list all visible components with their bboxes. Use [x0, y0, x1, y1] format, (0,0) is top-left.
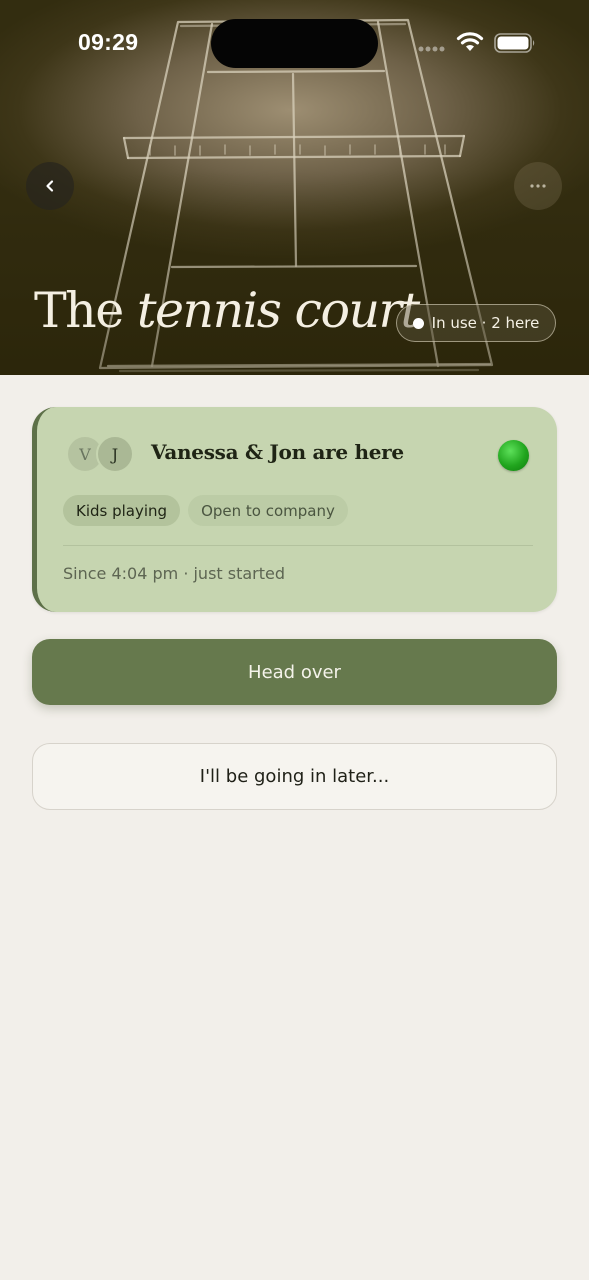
tag-open-to-company: Open to company — [188, 495, 348, 526]
back-button[interactable] — [26, 162, 74, 210]
status-time: 09:29 — [78, 29, 139, 55]
wifi-icon — [456, 32, 484, 51]
chevron-left-icon — [46, 180, 54, 192]
status-badge: In use · 2 here — [396, 304, 556, 342]
hero-image: 09:29 The tennis court In use · 2 here — [0, 0, 589, 375]
more-button[interactable] — [514, 162, 562, 210]
signal-icon — [418, 46, 445, 52]
since-text: Since 4:04 pm · just started — [63, 564, 286, 583]
dynamic-island — [211, 19, 378, 68]
status-badge-label: In use · 2 here — [431, 314, 540, 332]
presence-card[interactable]: V J Vanessa & Jon are here Kids playing … — [32, 407, 557, 612]
head-over-button[interactable]: Head over — [32, 639, 557, 705]
battery-icon — [494, 33, 535, 53]
head-over-label: Head over — [248, 661, 341, 683]
tag-kids-playing: Kids playing — [63, 495, 181, 526]
avatar: J — [96, 435, 134, 473]
live-indicator-icon — [498, 440, 529, 471]
going-later-button[interactable]: I'll be going in later... — [32, 743, 557, 810]
page-title: The tennis court — [34, 282, 420, 339]
avatar-group: V J — [66, 435, 140, 475]
tag-list: Kids playing Open to company — [63, 495, 348, 526]
title-plain: The — [34, 282, 124, 339]
card-divider — [63, 545, 533, 546]
status-dot-icon — [412, 317, 424, 329]
more-horizontal-icon — [530, 184, 546, 188]
status-bar: 09:29 — [0, 0, 589, 88]
title-italic: tennis court — [136, 282, 420, 339]
going-later-label: I'll be going in later... — [199, 766, 390, 787]
presence-title: Vanessa & Jon are here — [151, 440, 404, 464]
